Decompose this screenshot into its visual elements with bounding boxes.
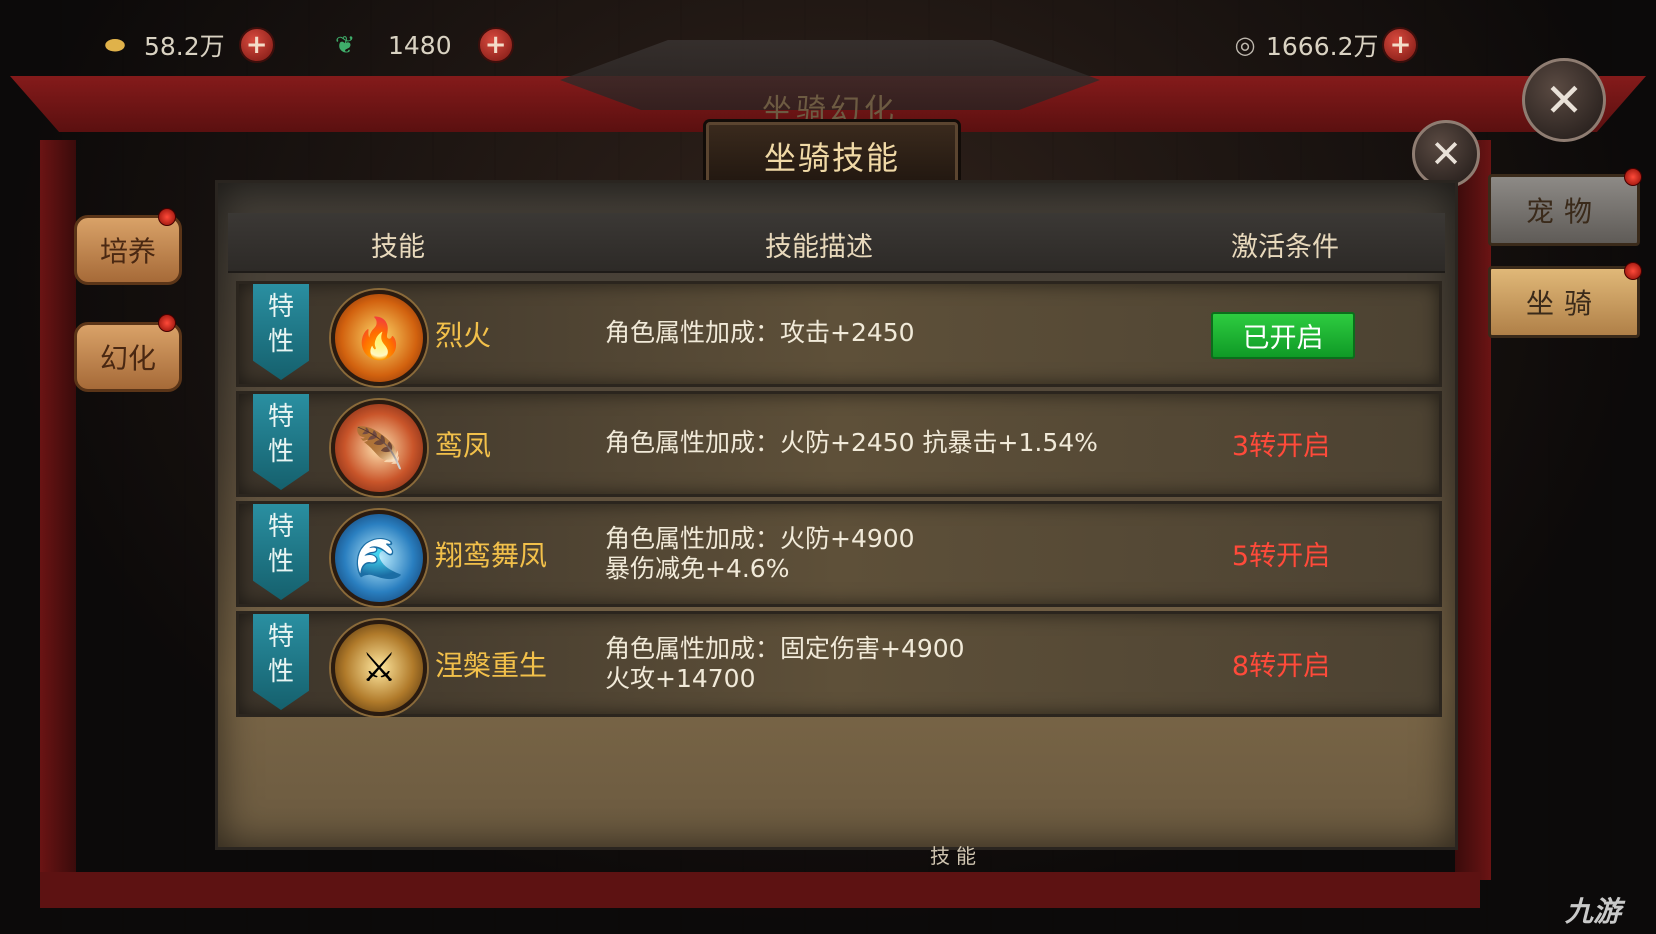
- page-title: 坐骑技能: [763, 139, 900, 177]
- skill-description-line: 角色属性加成：固定伤害+4900: [605, 634, 965, 663]
- frame-right: [1455, 140, 1491, 880]
- skill-row[interactable]: 特性 🔥 烈火 角色属性加成：攻击+2450 已开启: [236, 281, 1442, 387]
- table-header: 技能 技能描述 激活条件: [228, 213, 1445, 273]
- skill-description: 角色属性加成：火防+4900 暴伤减免+4.6%: [605, 524, 915, 584]
- condition-active-badge: 已开启: [1211, 312, 1355, 359]
- condition-text: 8转开启: [1231, 651, 1331, 682]
- skill-description: 角色属性加成：攻击+2450: [605, 318, 915, 347]
- jade-currency: ❦ 1480 +: [330, 26, 514, 64]
- skill-description-line: 角色属性加成：火防+4900: [605, 524, 915, 553]
- skill-name: 烈火: [435, 319, 492, 352]
- coin-currency: ◎ 1666.2万 +: [1230, 26, 1419, 64]
- coin-icon: ◎: [1234, 31, 1256, 59]
- trait-tag: 特性: [253, 394, 309, 490]
- add-jade-button[interactable]: +: [477, 27, 514, 63]
- header-skill: 技能: [371, 232, 425, 263]
- trait-tag: 特性: [253, 614, 309, 710]
- tag-text: 性: [267, 437, 294, 467]
- skill-description-line: 火攻+14700: [605, 664, 756, 693]
- skill-panel: 技能 技能描述 激活条件 特性 🔥 烈火 角色属性加成：攻击+2450 已开启 …: [215, 180, 1458, 850]
- gold-currency: ⬬ 58.2万 +: [100, 26, 275, 64]
- skill-row[interactable]: 特性 🌊 翔鸾舞凤 角色属性加成：火防+4900 暴伤减免+4.6% 5转开启: [236, 501, 1442, 607]
- rebirth-warrior-icon: ⚔: [331, 620, 427, 716]
- skill-name: 鸾凤: [435, 429, 492, 462]
- gold-ingot-icon: ⬬: [104, 31, 126, 59]
- tab-pet[interactable]: 宠物: [1488, 174, 1640, 246]
- watermark: 九游: [1565, 895, 1622, 928]
- close-icon: ✕: [1430, 132, 1462, 176]
- tag-text: 性: [267, 327, 294, 357]
- notification-dot: [1624, 262, 1642, 280]
- notification-dot: [1624, 168, 1642, 186]
- trait-tag: 特性: [253, 284, 309, 380]
- condition-text: 5转开启: [1231, 541, 1331, 572]
- condition-text: 3转开启: [1231, 431, 1331, 462]
- frame-bottom: [40, 872, 1480, 908]
- skill-row[interactable]: 特性 ⚔ 涅槃重生 角色属性加成：固定伤害+4900 火攻+14700 8转开启: [236, 611, 1442, 717]
- water-wave-icon: 🌊: [331, 510, 427, 606]
- skill-description-line: 暴伤减免+4.6%: [605, 554, 790, 583]
- tag-text: 性: [267, 657, 294, 687]
- phoenix-wing-icon: 🪶: [331, 400, 427, 496]
- bottom-tab-label[interactable]: 技能: [930, 840, 982, 869]
- notification-dot: [158, 208, 176, 226]
- tag-text: 特: [267, 292, 294, 322]
- skill-row[interactable]: 特性 🪶 鸾凤 角色属性加成：火防+2450 抗暴击+1.54% 3转开启: [236, 391, 1442, 497]
- tag-text: 性: [267, 547, 294, 577]
- close-skill-panel-button[interactable]: ✕: [1412, 120, 1480, 188]
- close-icon: ✕: [1544, 73, 1584, 127]
- trait-tag: 特性: [253, 504, 309, 600]
- skill-name: 翔鸾舞凤: [435, 539, 548, 572]
- tag-text: 特: [267, 402, 294, 432]
- tag-text: 特: [267, 512, 294, 542]
- notification-dot: [158, 314, 176, 332]
- tab-mount[interactable]: 坐骑: [1488, 266, 1640, 338]
- skill-description: 角色属性加成：固定伤害+4900 火攻+14700: [605, 634, 965, 694]
- jade-icon: ❦: [334, 31, 356, 59]
- fire-phoenix-icon: 🔥: [331, 290, 427, 386]
- header-description: 技能描述: [765, 232, 873, 263]
- coin-value: 1666.2万: [1266, 32, 1379, 61]
- frame-left: [40, 140, 76, 880]
- tag-text: 特: [267, 622, 294, 652]
- add-gold-button[interactable]: +: [238, 27, 275, 63]
- close-window-button[interactable]: ✕: [1522, 58, 1606, 142]
- tab-transform[interactable]: 幻化: [74, 322, 182, 392]
- jade-value: 1480: [388, 30, 452, 60]
- skill-description: 角色属性加成：火防+2450 抗暴击+1.54%: [605, 428, 1098, 457]
- skill-name: 涅槃重生: [435, 649, 548, 682]
- gold-value: 58.2万: [144, 32, 225, 61]
- header-condition: 激活条件: [1231, 232, 1339, 263]
- add-coin-button[interactable]: +: [1382, 27, 1419, 63]
